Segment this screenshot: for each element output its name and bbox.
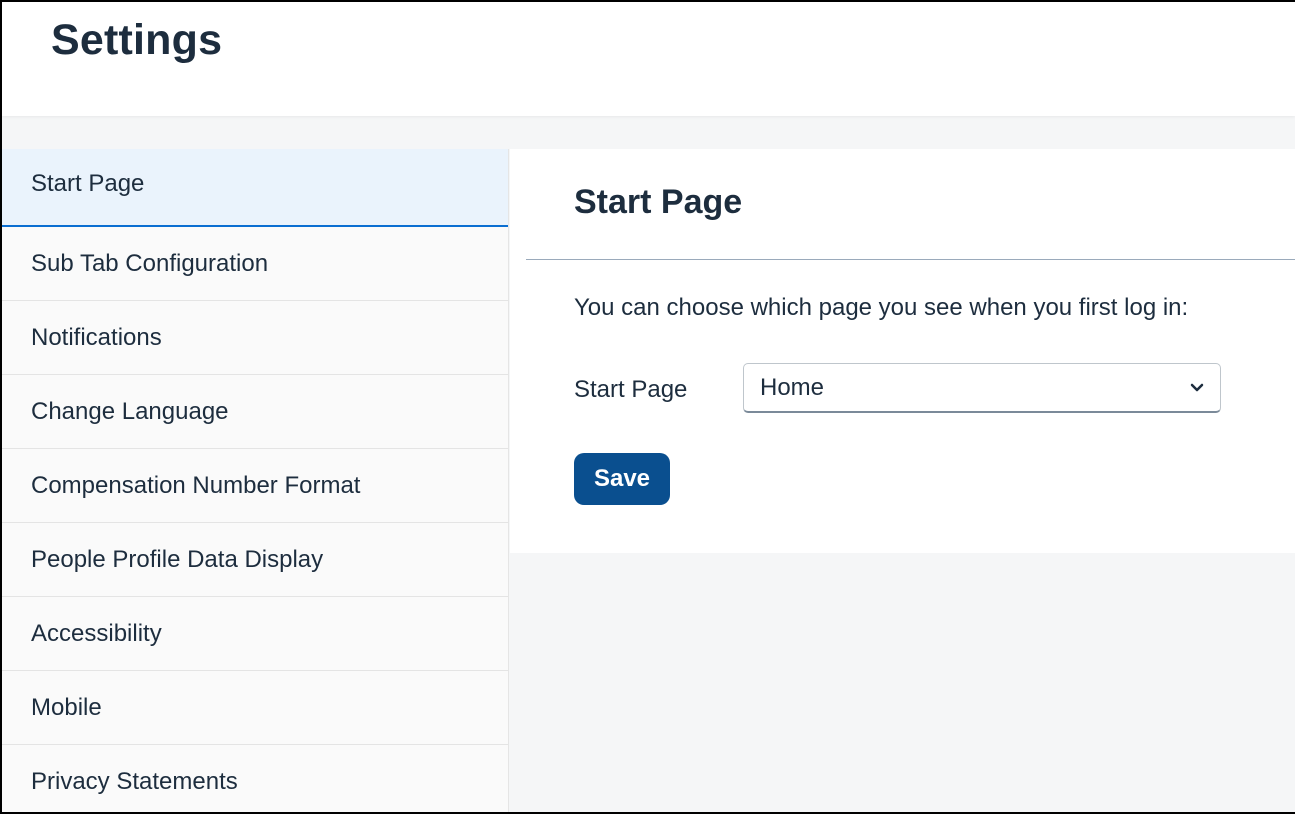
sidebar-item-accessibility[interactable]: Accessibility bbox=[2, 597, 508, 671]
save-button[interactable]: Save bbox=[574, 453, 670, 505]
sidebar-item-label: Sub Tab Configuration bbox=[31, 249, 269, 277]
section-title: Start Page bbox=[574, 183, 743, 221]
page-title: Settings bbox=[51, 16, 223, 64]
sidebar-item-label: People Profile Data Display bbox=[31, 545, 324, 573]
sidebar-item-label: Compensation Number Format bbox=[31, 471, 361, 499]
sidebar-item-change-language[interactable]: Change Language bbox=[2, 375, 508, 449]
sidebar-item-label: Accessibility bbox=[31, 619, 162, 647]
section-divider bbox=[526, 259, 1295, 260]
sidebar-item-notifications[interactable]: Notifications bbox=[2, 301, 508, 375]
start-page-select[interactable]: Home bbox=[743, 363, 1221, 413]
sidebar-item-start-page[interactable]: Start Page bbox=[2, 149, 508, 227]
settings-window: Settings Start Page Sub Tab Configuratio… bbox=[0, 0, 1295, 814]
sidebar-item-privacy-statements[interactable]: Privacy Statements bbox=[2, 745, 508, 812]
sidebar-item-label: Start Page bbox=[31, 170, 145, 197]
start-page-field-label: Start Page bbox=[574, 376, 688, 403]
sidebar-item-people-profile-data-display[interactable]: People Profile Data Display bbox=[2, 523, 508, 597]
sidebar-item-sub-tab-configuration[interactable]: Sub Tab Configuration bbox=[2, 227, 508, 301]
start-page-select-value: Home bbox=[760, 373, 825, 401]
sidebar-item-label: Change Language bbox=[31, 397, 229, 425]
sidebar-item-mobile[interactable]: Mobile bbox=[2, 671, 508, 745]
start-page-description: You can choose which page you see when y… bbox=[574, 294, 1189, 321]
sidebar-item-label: Privacy Statements bbox=[31, 767, 238, 795]
sidebar-item-label: Mobile bbox=[31, 693, 102, 721]
settings-content-panel: Start Page You can choose which page you… bbox=[510, 149, 1295, 553]
settings-sidebar: Start Page Sub Tab Configuration Notific… bbox=[2, 149, 509, 812]
sidebar-item-compensation-number-format[interactable]: Compensation Number Format bbox=[2, 449, 508, 523]
sidebar-item-label: Notifications bbox=[31, 323, 162, 351]
chevron-down-icon bbox=[1190, 383, 1204, 392]
page-header: Settings bbox=[2, 2, 1295, 116]
